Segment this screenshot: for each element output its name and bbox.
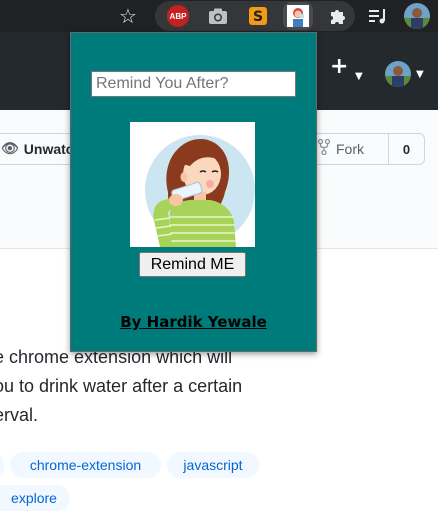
fork-button[interactable]: Fork 0 [305, 133, 425, 165]
star-icon[interactable]: ☆ [116, 4, 140, 28]
svg-text:S: S [253, 9, 263, 25]
topic-javascript[interactable]: javascript [167, 452, 259, 478]
s-icon[interactable]: S [246, 4, 270, 28]
topic-chrome-extension[interactable]: chrome-extension [10, 452, 161, 478]
topic-explore[interactable]: explore [0, 485, 70, 511]
user-avatar-icon[interactable] [385, 61, 411, 87]
water-reminder-extension-icon[interactable] [283, 2, 313, 30]
chevron-down-icon[interactable]: ▼ [355, 71, 363, 82]
fork-count[interactable]: 0 [388, 134, 424, 164]
puzzle-icon[interactable] [326, 4, 350, 28]
remind-me-button[interactable]: Remind ME [139, 252, 246, 277]
fork-label: Fork [336, 141, 364, 157]
author-credit: By Hardik Yewale [120, 313, 267, 331]
new-icon[interactable]: + [330, 54, 348, 79]
girl-drinking-water-image [130, 122, 255, 247]
fork-icon [317, 138, 331, 159]
repo-description: e chrome extension which will ou to drin… [0, 343, 294, 430]
remind-after-input[interactable] [91, 71, 296, 97]
topic-tag[interactable] [0, 452, 4, 478]
water-reminder-popup: Remind ME By Hardik Yewale [70, 32, 317, 352]
media-control-icon[interactable] [366, 4, 390, 28]
profile-avatar-icon[interactable] [404, 3, 430, 29]
eye-icon: 👁 [1, 141, 19, 157]
description-line: erval. [0, 405, 39, 425]
description-line: ou to drink water after a certain [0, 376, 243, 396]
adblock-plus-icon[interactable]: ABP [166, 4, 190, 28]
camera-icon[interactable] [206, 4, 230, 28]
chevron-down-icon[interactable]: ▼ [416, 69, 424, 80]
browser-toolbar: ☆ ABP S [0, 0, 438, 32]
